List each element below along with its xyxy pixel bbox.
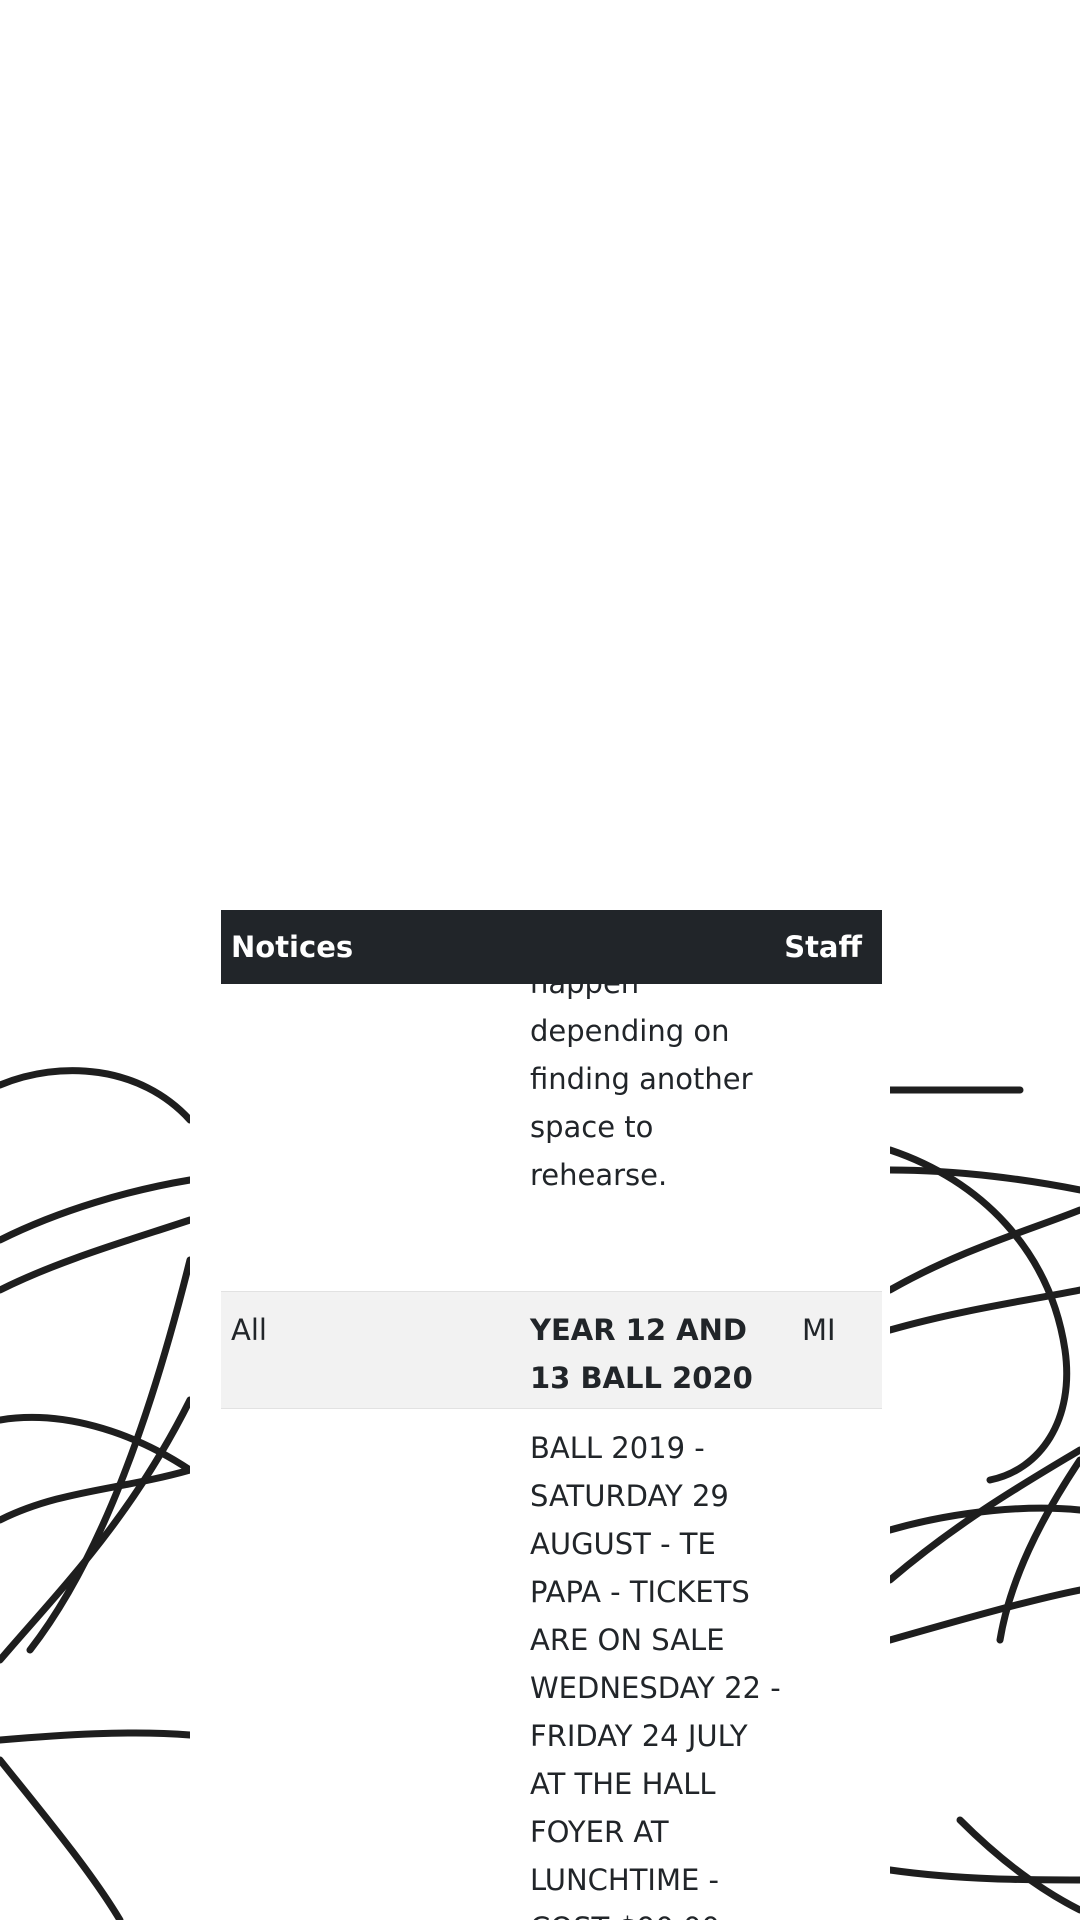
column-header-staff: Staff — [784, 930, 862, 964]
notice-body: BALL 2019 - SATURDAY 29 AUGUST - TE PAPA… — [530, 1431, 781, 1920]
table-header: Notices Staff — [221, 910, 882, 984]
notice-audience: All — [231, 1313, 267, 1347]
notices-table-panel: Notices Staff happen depending on findin… — [190, 904, 890, 1920]
table-row[interactable]: All YEAR 12 AND 13 BALL 2020 MI — [221, 1291, 882, 1409]
column-header-notices: Notices — [231, 930, 354, 964]
notices-table: Notices Staff happen depending on findin… — [221, 904, 882, 1920]
notice-title: YEAR 12 AND 13 BALL 2020 — [530, 1313, 753, 1395]
previous-notice-body: happen depending on finding another spac… — [530, 966, 753, 1192]
notice-staff: MI — [802, 1313, 836, 1347]
